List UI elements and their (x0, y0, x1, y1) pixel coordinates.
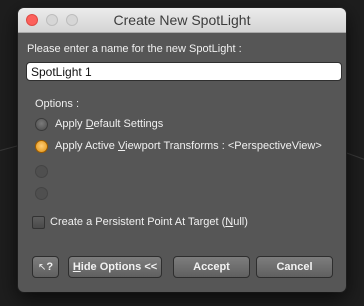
apply-viewport-transforms-radio[interactable] (35, 140, 48, 153)
persistent-point-label[interactable]: Create a Persistent Point At Target (Nul… (50, 216, 248, 228)
help-button[interactable]: ↖? (32, 256, 59, 278)
title-bar[interactable]: Create New SpotLight (18, 8, 346, 33)
disabled-option-radio-1 (35, 165, 48, 178)
apply-viewport-transforms-label[interactable]: Apply Active Viewport Transforms : <Pers… (55, 140, 322, 152)
name-prompt-label: Please enter a name for the new SpotLigh… (27, 43, 242, 55)
cancel-button[interactable]: Cancel (256, 256, 333, 278)
window-title: Create New SpotLight (113, 12, 251, 28)
persistent-point-checkbox[interactable] (32, 216, 45, 229)
apply-default-settings-radio[interactable] (35, 118, 48, 131)
disabled-option-radio-2 (35, 187, 48, 200)
options-label: Options : (35, 98, 80, 110)
apply-default-settings-label[interactable]: Apply Default Settings (55, 118, 163, 130)
create-spotlight-dialog: Create New SpotLight Please enter a name… (18, 8, 346, 292)
hide-options-button[interactable]: Hide Options << (68, 256, 162, 278)
spotlight-name-input[interactable] (26, 62, 342, 81)
accept-button[interactable]: Accept (173, 256, 250, 278)
